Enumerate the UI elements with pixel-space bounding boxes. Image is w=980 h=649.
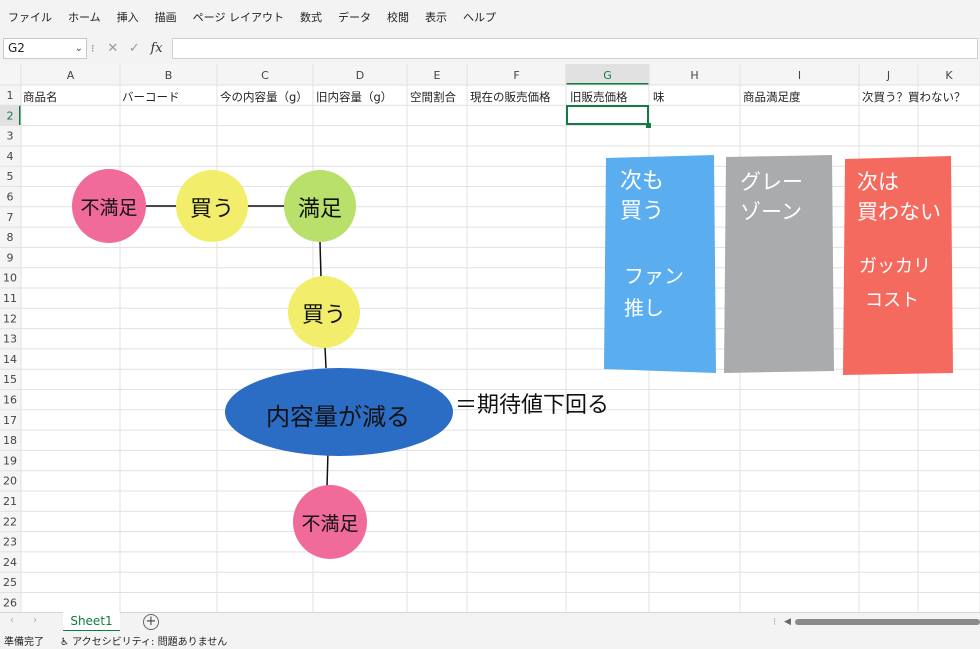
label-below-expectation: ＝期待値下回る [455, 393, 610, 418]
label-dissatisfied-2: 不満足 [301, 513, 359, 535]
menu-help[interactable]: ヘルプ [455, 9, 504, 25]
more-vertical-icon[interactable]: ⁝ [91, 42, 95, 55]
name-box-value: G2 [8, 41, 25, 55]
selected-cell-g2[interactable] [566, 105, 649, 125]
accessibility-status[interactable]: ♿ アクセシビリティ: 問題ありません [60, 633, 227, 648]
name-box[interactable]: G2 ⌄ [3, 38, 87, 59]
card-gray-title: グレー ゾーン [740, 167, 803, 227]
menu-home[interactable]: ホーム [60, 9, 109, 25]
function-icon[interactable]: fx [150, 41, 162, 56]
menu-draw[interactable]: 描画 [147, 9, 185, 25]
card-red-title-line1: 次は [857, 170, 899, 194]
formula-bar: G2 ⌄ ⁝ ✕ ✓ fx [0, 34, 980, 64]
more-vertical-icon[interactable]: ⁝ [773, 617, 776, 628]
connector-line [319, 241, 322, 278]
label-content-decrease: 内容量が減る [266, 403, 410, 431]
card-blue-title-line1: 次も [620, 169, 665, 194]
horizontal-scrollbar[interactable] [795, 619, 980, 625]
card-gray-title-line1: グレー [740, 170, 803, 194]
label-dissatisfied-1: 不満足 [80, 197, 138, 219]
menu-file[interactable]: ファイル [0, 9, 60, 25]
card-blue-title: 次も 買う [620, 167, 664, 227]
accessibility-icon: ♿ [60, 637, 69, 648]
fill-handle[interactable] [646, 123, 651, 128]
sheet-tab-bar: ‹ › Sheet1 + ⁝ ◀ [0, 612, 980, 632]
card-red-sub-line2: コスト [865, 290, 919, 311]
card-blue-sub-line2: 推し [624, 296, 664, 320]
card-blue-title-line2: 買う [620, 199, 665, 224]
menu-data[interactable]: データ [330, 9, 379, 25]
status-bar: 準備完了 ♿ アクセシビリティ: 問題ありません [0, 631, 980, 649]
label-satisfied: 満足 [297, 197, 342, 222]
label-buy-1: 買う [189, 197, 234, 222]
accessibility-text: アクセシビリティ: 問題ありません [72, 637, 228, 648]
cancel-icon[interactable]: ✕ [107, 41, 118, 56]
drawing-layer [72, 155, 953, 559]
spreadsheet-grid[interactable]: ABCDEFGHIJK 1 2 3 4 5 6 7 8 9 10 11 12 13 14 15 16 17 18 1… [0, 64, 980, 612]
card-blue-sub-line1: ファン [624, 264, 684, 288]
formula-input[interactable] [172, 38, 978, 59]
status-ready: 準備完了 [4, 637, 44, 648]
card-red-sub-line1: ガッカリ [859, 256, 931, 277]
scroll-left-icon[interactable]: ◀ [784, 617, 791, 627]
add-sheet-icon[interactable]: + [143, 614, 159, 630]
sheet-nav-arrows-icon[interactable]: ‹ › [10, 615, 45, 626]
check-icon[interactable]: ✓ [129, 41, 140, 56]
label-buy-2: 買う [301, 303, 346, 328]
menu-formulas[interactable]: 数式 [292, 9, 330, 25]
card-blue-sub: ファン 推し [624, 260, 684, 324]
formula-icons: ✕ ✓ fx [102, 38, 168, 59]
connector-line [326, 450, 329, 488]
menu-review[interactable]: 校閲 [379, 9, 417, 25]
card-red-title-line2: 買わない [857, 200, 941, 224]
chevron-down-icon[interactable]: ⌄ [75, 39, 83, 58]
card-gray-title-line2: ゾーン [740, 200, 802, 224]
menu-insert[interactable]: 挿入 [109, 9, 147, 25]
card-red-title: 次は 買わない [857, 167, 941, 227]
menu-bar: ファイル ホーム 挿入 描画 ページ レイアウト 数式 データ 校閲 表示 ヘル… [0, 0, 980, 34]
sheet-tab-sheet1[interactable]: Sheet1 [63, 612, 120, 632]
menu-page-layout[interactable]: ページ レイアウト [185, 9, 292, 25]
connector-line [324, 346, 327, 369]
menu-view[interactable]: 表示 [417, 9, 455, 25]
card-red-sub: ガッカリ コスト [859, 250, 931, 318]
